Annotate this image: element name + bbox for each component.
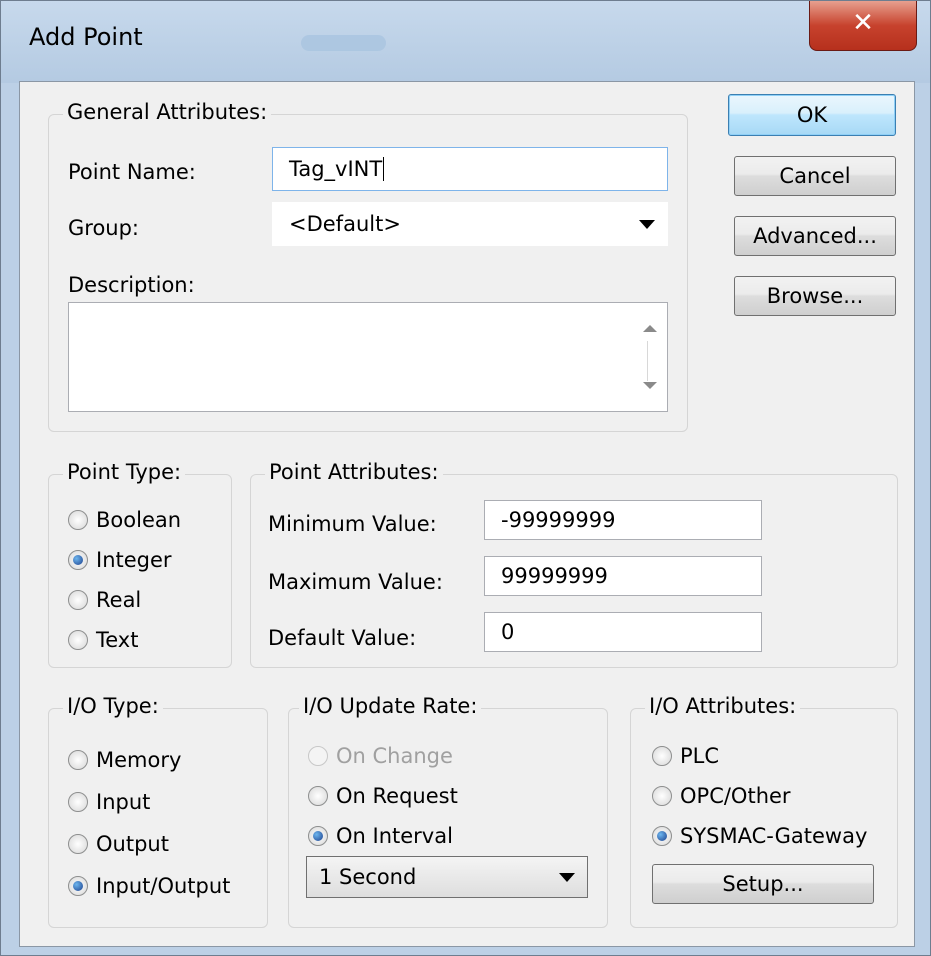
radio-on-interval[interactable]: On Interval [308,824,453,848]
radio-plc[interactable]: PLC [652,744,719,768]
radio-icon [68,834,88,854]
radio-boolean[interactable]: Boolean [68,508,181,532]
radio-icon [68,630,88,650]
scroll-down-icon[interactable] [643,382,657,389]
radio-sysmac-gateway[interactable]: SYSMAC-Gateway [652,824,867,848]
io-attributes-legend: I/O Attributes: [645,694,801,718]
title-bar[interactable]: Add Point ✕ [1,1,930,83]
maximum-value-input[interactable]: 99999999 [484,556,762,596]
chevron-down-icon [559,873,575,882]
description-scrollbar[interactable] [635,305,665,409]
radio-icon [68,792,88,812]
scrollbar-track [647,341,648,381]
point-type-legend: Point Type: [63,460,186,484]
radio-real[interactable]: Real [68,588,141,612]
default-value-label: Default Value: [268,626,417,650]
cancel-button[interactable]: Cancel [734,156,896,196]
radio-memory[interactable]: Memory [68,748,181,772]
window-title: Add Point [29,23,143,51]
interval-select[interactable]: 1 Second [306,856,588,898]
title-bar-glow [301,35,386,51]
radio-icon [68,750,88,770]
radio-output[interactable]: Output [68,832,169,856]
close-button[interactable]: ✕ [809,1,917,51]
scroll-up-icon[interactable] [643,325,657,332]
close-icon: ✕ [852,8,874,38]
advanced-button[interactable]: Advanced... [734,216,896,256]
radio-selected-icon [68,550,88,570]
dialog-body: General Attributes: Point Name: Tag_vINT… [19,81,915,947]
radio-input-output[interactable]: Input/Output [68,874,230,898]
setup-button[interactable]: Setup... [652,864,874,904]
text-caret [383,157,385,181]
group-select[interactable]: <Default> [272,202,668,246]
point-name-input[interactable]: Tag_vINT [272,147,668,191]
group-label: Group: [68,216,140,240]
general-attributes-legend: General Attributes: [63,100,272,124]
minimum-value-input[interactable]: -99999999 [484,500,762,540]
radio-selected-icon [652,826,672,846]
radio-on-change[interactable]: On Change [308,744,453,768]
radio-integer[interactable]: Integer [68,548,172,572]
description-textarea[interactable] [68,302,668,412]
description-label: Description: [68,273,195,297]
radio-icon [68,590,88,610]
radio-icon [68,510,88,530]
chevron-down-icon [639,220,655,229]
group-select-value: <Default> [289,212,401,236]
ok-button[interactable]: OK [728,94,896,136]
radio-selected-icon [308,826,328,846]
point-name-label: Point Name: [68,160,196,184]
minimum-value-label: Minimum Value: [268,512,437,536]
add-point-dialog: Add Point ✕ General Attributes: Point Na… [0,0,931,956]
radio-icon [308,786,328,806]
radio-selected-icon [68,876,88,896]
radio-input[interactable]: Input [68,790,150,814]
radio-text[interactable]: Text [68,628,138,652]
radio-icon [308,746,328,766]
point-attributes-legend: Point Attributes: [265,460,443,484]
browse-button[interactable]: Browse... [734,276,896,316]
io-type-legend: I/O Type: [63,694,163,718]
radio-opc-other[interactable]: OPC/Other [652,784,791,808]
radio-icon [652,746,672,766]
radio-on-request[interactable]: On Request [308,784,458,808]
io-update-rate-legend: I/O Update Rate: [299,694,482,718]
default-value-input[interactable]: 0 [484,612,762,652]
maximum-value-label: Maximum Value: [268,570,443,594]
radio-icon [652,786,672,806]
interval-select-value: 1 Second [319,865,417,889]
